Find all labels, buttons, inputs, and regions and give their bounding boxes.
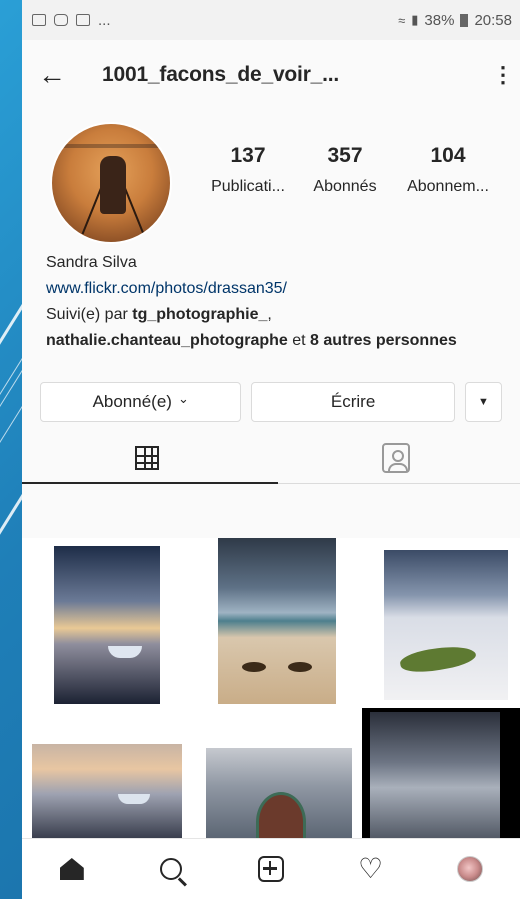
avatar-figure bbox=[100, 156, 126, 214]
nav-profile[interactable] bbox=[440, 839, 500, 899]
profile-stats: 137 Publicati... 357 Abonnés 104 Abonnem… bbox=[202, 144, 500, 196]
stat-number: 137 bbox=[230, 144, 266, 167]
following-button[interactable]: Abonné(e) ⌄ bbox=[40, 382, 242, 422]
photo-boat bbox=[118, 794, 150, 804]
nav-search[interactable] bbox=[141, 839, 201, 899]
profile-actions: Abonné(e) ⌄ Écrire ▼ bbox=[22, 382, 520, 422]
status-more: ... bbox=[98, 11, 111, 29]
photo-thumbnail[interactable] bbox=[362, 708, 520, 844]
photo-seaweed bbox=[242, 662, 266, 672]
tab-tagged[interactable] bbox=[271, 432, 520, 483]
heart-icon: ♡ bbox=[358, 853, 384, 884]
photo-storm-sky bbox=[370, 712, 500, 838]
photo-grid bbox=[22, 538, 520, 844]
app-icon bbox=[76, 14, 90, 26]
followed-user-link[interactable]: nathalie.chanteau_photographe bbox=[46, 332, 288, 349]
photo-thumbnail[interactable] bbox=[218, 538, 336, 704]
display-name: Sandra Silva bbox=[46, 254, 137, 271]
profile-icon bbox=[457, 856, 484, 882]
photo-boat bbox=[108, 646, 142, 658]
followed-prefix: Suivi(e) par bbox=[46, 306, 133, 323]
grid-icon bbox=[134, 445, 159, 470]
profile-header: ← 1001_facons_de_voir_... ⋮ bbox=[22, 40, 520, 110]
stat-number: 357 bbox=[327, 144, 363, 167]
avatar-horizon bbox=[52, 144, 170, 148]
profile-username: 1001_facons_de_voir_... bbox=[102, 63, 340, 86]
suggestions-dropdown-button[interactable]: ▼ bbox=[464, 382, 502, 422]
nav-activity[interactable]: ♡ bbox=[341, 839, 401, 899]
tagged-icon bbox=[381, 442, 410, 473]
tab-grid[interactable] bbox=[22, 432, 271, 483]
nav-home[interactable] bbox=[42, 839, 102, 899]
active-tab-indicator bbox=[22, 482, 278, 484]
status-left: ... bbox=[32, 12, 111, 29]
stat-label: Abonnés bbox=[313, 178, 377, 195]
avatar[interactable] bbox=[50, 122, 172, 244]
status-bar: ... ≈ ▮ 38% 20:58 bbox=[22, 0, 520, 40]
battery-icon bbox=[460, 13, 469, 27]
status-right: ≈ ▮ 38% 20:58 bbox=[398, 12, 512, 29]
stat-posts[interactable]: 137 Publicati... bbox=[202, 144, 294, 196]
stat-following[interactable]: 104 Abonnem... bbox=[396, 144, 500, 196]
signal-icon: ▮ bbox=[411, 12, 419, 27]
website-link[interactable]: www.flickr.com/photos/drassan35/ bbox=[46, 276, 496, 302]
more-vertical-icon[interactable]: ⋮ bbox=[492, 62, 514, 88]
photo-thumbnail[interactable] bbox=[384, 550, 508, 700]
profile-tabs bbox=[22, 432, 520, 484]
profile-summary: 137 Publicati... 357 Abonnés 104 Abonnem… bbox=[22, 110, 520, 250]
photo-thumbnail[interactable] bbox=[32, 744, 182, 844]
caret-down-icon: ▼ bbox=[477, 396, 489, 408]
followed-others-link[interactable]: 8 autres personnes bbox=[310, 332, 457, 349]
followed-user-link[interactable]: tg_photographie_ bbox=[132, 306, 267, 323]
stat-label: Publicati... bbox=[211, 178, 285, 195]
photo-thumbnail[interactable] bbox=[54, 546, 160, 704]
followed-and: et bbox=[287, 332, 311, 349]
wifi-icon: ≈ bbox=[398, 12, 406, 28]
phone-screen: ... ≈ ▮ 38% 20:58 ← 1001_facons_de_voir_… bbox=[22, 0, 520, 899]
followed-by: Suivi(e) par tg_photographie_, nathalie.… bbox=[46, 302, 496, 354]
photo-thumbnail[interactable] bbox=[206, 748, 352, 844]
stat-followers[interactable]: 357 Abonnés bbox=[294, 144, 396, 196]
bottom-navigation: ♡ bbox=[22, 838, 520, 899]
stat-number: 104 bbox=[430, 144, 466, 167]
nav-add[interactable] bbox=[241, 839, 301, 899]
photo-seaweed bbox=[288, 662, 312, 672]
add-icon bbox=[257, 856, 284, 882]
message-label: Écrire bbox=[330, 392, 376, 411]
stat-label: Abonnem... bbox=[407, 178, 489, 195]
followed-separator: , bbox=[267, 306, 272, 323]
battery-percent: 38% bbox=[424, 11, 455, 29]
mail-icon bbox=[32, 14, 46, 26]
instagram-icon bbox=[54, 14, 68, 26]
arrow-left-icon[interactable]: ← bbox=[38, 61, 78, 89]
message-button[interactable]: Écrire bbox=[251, 382, 455, 422]
chevron-down-icon: ⌄ bbox=[177, 391, 189, 406]
following-label: Abonné(e) bbox=[92, 392, 172, 411]
clock: 20:58 bbox=[474, 11, 512, 29]
photo-boat-hull bbox=[256, 792, 306, 844]
home-icon bbox=[59, 858, 84, 880]
search-icon bbox=[160, 858, 183, 880]
profile-bio: Sandra Silva www.flickr.com/photos/drass… bbox=[22, 250, 520, 354]
photo-rock bbox=[398, 641, 478, 677]
